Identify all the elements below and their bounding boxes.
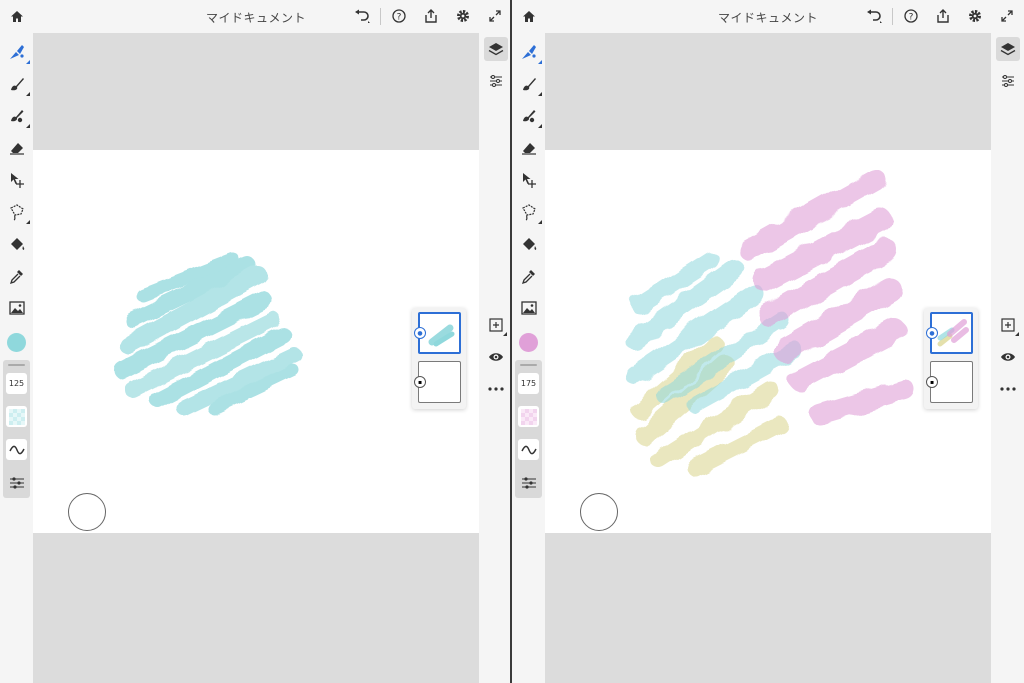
tray-grip[interactable] — [8, 364, 25, 366]
watercolor-brush-icon[interactable] — [6, 41, 30, 64]
eyedropper-icon[interactable] — [518, 265, 540, 287]
more-icon[interactable] — [484, 377, 508, 401]
fullscreen-icon[interactable] — [486, 7, 504, 25]
toolbar-separator — [380, 8, 381, 25]
visibility-icon[interactable] — [484, 345, 508, 369]
move-icon[interactable] — [6, 169, 28, 191]
paint-brush-icon[interactable] — [6, 105, 30, 128]
right-toolbar — [479, 33, 512, 683]
eraser-icon[interactable] — [6, 137, 28, 159]
brush-settings-icon[interactable] — [518, 472, 539, 493]
gear-icon[interactable] — [966, 7, 984, 25]
eyedropper-icon[interactable] — [6, 265, 28, 287]
touch-shortcut-button[interactable] — [580, 493, 618, 531]
brush-size-button[interactable]: 175 — [518, 373, 539, 394]
layers-panel: ● ▪ — [924, 308, 978, 409]
color-swatch[interactable] — [519, 333, 538, 352]
flow-button[interactable] — [518, 439, 539, 460]
lasso-icon[interactable] — [6, 201, 30, 224]
visibility-icon[interactable] — [996, 345, 1020, 369]
color-swatch[interactable] — [7, 333, 26, 352]
tray-grip[interactable] — [520, 364, 537, 366]
left-toolbar: 125 — [0, 33, 33, 683]
image-layer-badge-icon: ▪ — [926, 376, 938, 388]
move-icon[interactable] — [518, 169, 540, 191]
left-toolbar: 175 — [512, 33, 545, 683]
undo-icon[interactable] — [353, 7, 371, 25]
brush-size-button[interactable]: 125 — [6, 373, 27, 394]
image-layer-badge-icon: ▪ — [414, 376, 426, 388]
svg-text:?: ? — [909, 13, 914, 23]
fill-icon[interactable] — [518, 233, 540, 255]
brush-size-value: 175 — [520, 379, 537, 388]
flow-button[interactable] — [6, 439, 27, 460]
toolbar-separator — [892, 8, 893, 25]
image-icon[interactable] — [6, 297, 28, 319]
help-icon[interactable]: ? — [902, 7, 920, 25]
svg-text:?: ? — [397, 13, 402, 23]
adjustments-icon[interactable] — [484, 69, 508, 93]
watercolor-layer-badge-icon: ● — [926, 327, 938, 339]
brush-icon[interactable] — [6, 73, 30, 96]
share-icon[interactable] — [422, 7, 440, 25]
touch-shortcut-button[interactable] — [68, 493, 106, 531]
help-icon[interactable]: ? — [390, 7, 408, 25]
brush-settings-icon[interactable] — [6, 472, 27, 493]
opacity-button[interactable] — [518, 406, 539, 427]
image-icon[interactable] — [518, 297, 540, 319]
split-divider[interactable] — [510, 0, 512, 683]
watercolor-layer-badge-icon: ● — [414, 327, 426, 339]
top-bar: マイドキュメント ? — [512, 0, 1024, 33]
paint-brush-icon[interactable] — [518, 105, 542, 128]
eraser-icon[interactable] — [518, 137, 540, 159]
adjustments-icon[interactable] — [996, 69, 1020, 93]
right-toolbar — [991, 33, 1024, 683]
more-icon[interactable] — [996, 377, 1020, 401]
left-document-pane: マイドキュメント ? 125 ● ▪ — [0, 0, 512, 683]
undo-icon[interactable] — [865, 7, 883, 25]
gear-icon[interactable] — [454, 7, 472, 25]
brush-size-value: 125 — [8, 379, 25, 388]
fill-icon[interactable] — [6, 233, 28, 255]
brush-settings-tray: 125 — [3, 360, 30, 498]
layers-icon[interactable] — [996, 37, 1020, 61]
layers-panel: ● ▪ — [412, 308, 466, 409]
lasso-icon[interactable] — [518, 201, 542, 224]
right-document-pane: マイドキュメント ? 175 ● ▪ — [512, 0, 1024, 683]
fullscreen-icon[interactable] — [998, 7, 1016, 25]
brush-icon[interactable] — [518, 73, 542, 96]
brush-settings-tray: 175 — [515, 360, 542, 498]
top-bar: マイドキュメント ? — [0, 0, 512, 33]
layers-icon[interactable] — [484, 37, 508, 61]
add-layer-icon[interactable] — [484, 313, 508, 337]
share-icon[interactable] — [934, 7, 952, 25]
opacity-button[interactable] — [6, 406, 27, 427]
add-layer-icon[interactable] — [996, 313, 1020, 337]
watercolor-brush-icon[interactable] — [518, 41, 542, 64]
